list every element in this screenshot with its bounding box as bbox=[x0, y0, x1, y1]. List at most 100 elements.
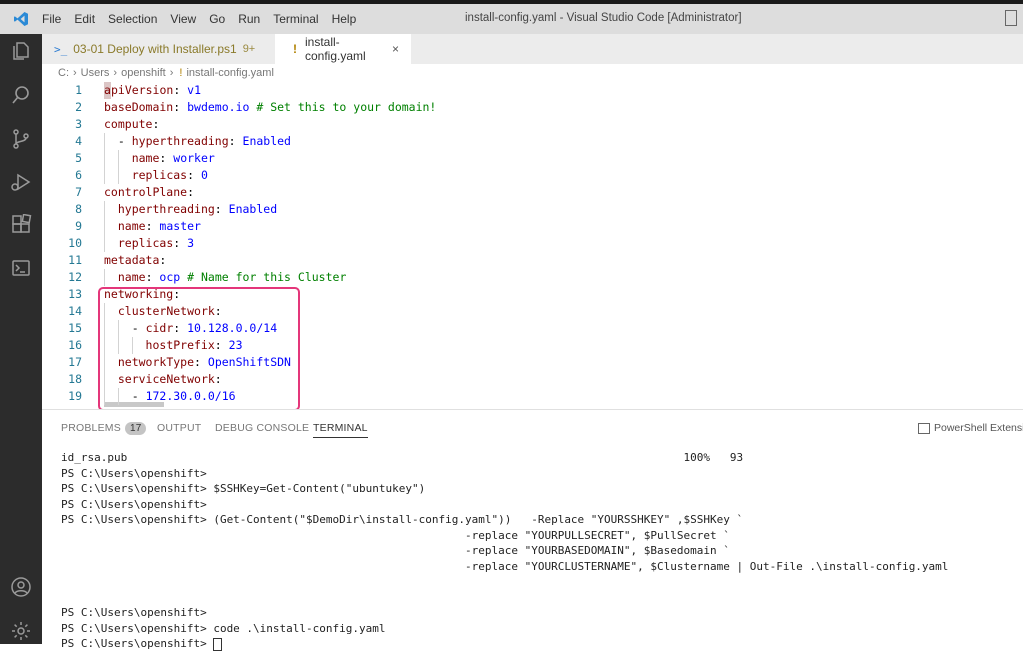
menu-item-edit[interactable]: Edit bbox=[74, 12, 95, 26]
code-text: - 172.30.0.0/16 bbox=[104, 388, 236, 405]
code-text: clusterNetwork: bbox=[104, 303, 222, 320]
restore-window-icon[interactable] bbox=[1005, 10, 1017, 26]
line-number: 18 bbox=[68, 372, 82, 386]
yaml-punct: - bbox=[117, 134, 132, 148]
yaml-punct: : bbox=[173, 100, 188, 114]
code-text: name: master bbox=[104, 218, 201, 235]
extensions-icon[interactable] bbox=[8, 212, 34, 238]
line-number: 12 bbox=[68, 270, 82, 284]
code-line: 6 replicas: 0 bbox=[42, 167, 1023, 184]
indent-guide bbox=[104, 133, 105, 150]
code-line: 3 compute: bbox=[42, 116, 1023, 133]
code-text: replicas: 0 bbox=[104, 167, 208, 184]
close-tab-icon[interactable]: × bbox=[392, 42, 399, 56]
yaml-punct: : bbox=[173, 83, 188, 97]
yaml-comment: # Set this to your domain! bbox=[249, 100, 437, 114]
code-line: 13 networking: bbox=[42, 286, 1023, 303]
yaml-punct: : bbox=[145, 270, 160, 284]
run-debug-icon[interactable] bbox=[8, 169, 34, 195]
yaml-key: replicas bbox=[131, 168, 188, 182]
explorer-icon[interactable] bbox=[8, 38, 34, 64]
line-number: 16 bbox=[68, 338, 82, 352]
menu-item-view[interactable]: View bbox=[170, 12, 196, 26]
yaml-key: networking bbox=[104, 287, 174, 301]
terminal-view-icon[interactable] bbox=[8, 255, 34, 281]
yaml-value: Enabled bbox=[228, 202, 278, 216]
code-text: replicas: 3 bbox=[104, 235, 194, 252]
menu-item-go[interactable]: Go bbox=[209, 12, 225, 26]
problems-count-badge: 17 bbox=[124, 422, 147, 435]
code-line: 4 - hyperthreading: Enabled bbox=[42, 133, 1023, 150]
yaml-punct: : bbox=[187, 168, 201, 182]
yaml-key: name bbox=[131, 151, 160, 165]
line-number: 17 bbox=[68, 355, 82, 369]
tab-problems[interactable]: PROBLEMS 17 bbox=[61, 422, 147, 435]
yaml-value: worker bbox=[173, 151, 215, 165]
code-line: 14 clusterNetwork: bbox=[42, 303, 1023, 320]
settings-gear-icon[interactable] bbox=[8, 618, 34, 644]
tab-output[interactable]: OUTPUT bbox=[157, 422, 201, 434]
yaml-key: hyperthreading bbox=[131, 134, 229, 148]
tab-terminal[interactable]: TERMINAL bbox=[313, 422, 368, 438]
yaml-key: replicas bbox=[117, 236, 174, 250]
yaml-punct: : bbox=[228, 134, 243, 148]
line-number: 8 bbox=[75, 202, 82, 216]
menu-bar: File Edit Selection View Go Run Terminal Help bbox=[42, 12, 369, 26]
menu-item-terminal[interactable]: Terminal bbox=[273, 12, 318, 26]
account-icon[interactable] bbox=[8, 574, 34, 600]
yaml-punct: : bbox=[173, 287, 181, 301]
menu-item-selection[interactable]: Selection bbox=[108, 12, 157, 26]
line-number: 11 bbox=[68, 253, 82, 267]
code-line: 17 networkType: OpenShiftSDN bbox=[42, 354, 1023, 371]
code-text: compute: bbox=[104, 116, 159, 133]
menu-item-help[interactable]: Help bbox=[332, 12, 357, 26]
chevron-right-icon: › bbox=[113, 67, 118, 79]
code-line: 10 replicas: 3 bbox=[42, 235, 1023, 252]
code-line: 7 controlPlane: bbox=[42, 184, 1023, 201]
indent-guide bbox=[104, 150, 105, 167]
code-text: hostPrefix: 23 bbox=[104, 337, 243, 354]
yaml-file-icon: ! bbox=[293, 42, 297, 56]
yaml-value: OpenShiftSDN bbox=[207, 355, 291, 369]
code-line: 18 serviceNetwork: bbox=[42, 371, 1023, 388]
tab-debug-console[interactable]: DEBUG CONSOLE bbox=[215, 422, 309, 434]
line-number: 1 bbox=[75, 83, 82, 97]
menu-item-file[interactable]: File bbox=[42, 12, 61, 26]
terminal-line: PS C:\Users\openshift> (Get-Content("$De… bbox=[61, 513, 744, 526]
code-text: networkType: OpenShiftSDN bbox=[104, 354, 291, 371]
line-number: 19 bbox=[68, 389, 82, 403]
code-text: apiVersion: v1 bbox=[104, 82, 201, 99]
source-control-icon[interactable] bbox=[8, 126, 34, 152]
yaml-value: bwdemo.io bbox=[187, 100, 250, 114]
indent-guide bbox=[118, 320, 119, 337]
tab-deploy-script[interactable]: >_ 03-01 Deploy with Installer.ps1 9+ bbox=[42, 34, 275, 64]
code-text: serviceNetwork: bbox=[104, 371, 222, 388]
code-editor[interactable]: 1 apiVersion: v1 2 baseDomain: bwdemo.io # … bbox=[42, 82, 1023, 411]
breadcrumb-users[interactable]: Users bbox=[81, 67, 110, 79]
breadcrumb-file[interactable]: install-config.yaml bbox=[186, 67, 273, 79]
yaml-key: compute bbox=[104, 117, 153, 131]
panel-tabs: PROBLEMS 17 OUTPUT DEBUG CONSOLE TERMINAL… bbox=[42, 410, 1023, 442]
yaml-key: serviceNetwork bbox=[117, 372, 215, 386]
yaml-key: controlPlane bbox=[104, 185, 188, 199]
terminal-cursor bbox=[213, 637, 223, 651]
terminal-output[interactable]: id_rsa.pub 100% 93 PS C:\Users\openshift>… bbox=[42, 442, 1023, 651]
yaml-punct: : bbox=[159, 253, 167, 267]
yaml-punct: : bbox=[214, 304, 222, 318]
yaml-punct: : bbox=[152, 117, 160, 131]
tab-install-config[interactable]: ! install-config.yaml × bbox=[275, 34, 411, 64]
breadcrumb-openshift[interactable]: openshift bbox=[121, 67, 166, 79]
indent-guide bbox=[104, 167, 105, 184]
menu-item-run[interactable]: Run bbox=[238, 12, 260, 26]
terminal-shell-selector[interactable]: PowerShell Extension bbox=[918, 422, 1023, 434]
indent-guide bbox=[104, 388, 105, 405]
yaml-punct: : bbox=[187, 185, 195, 199]
search-icon[interactable] bbox=[8, 82, 34, 108]
terminal-line: PS C:\Users\openshift> bbox=[61, 497, 207, 511]
indent-guide bbox=[104, 320, 105, 337]
code-text: networking: bbox=[104, 286, 180, 303]
yaml-key: apiVersion bbox=[104, 82, 174, 99]
breadcrumb-drive[interactable]: C: bbox=[58, 67, 69, 79]
yaml-key: hostPrefix bbox=[145, 338, 215, 352]
indent-guide bbox=[104, 269, 105, 286]
